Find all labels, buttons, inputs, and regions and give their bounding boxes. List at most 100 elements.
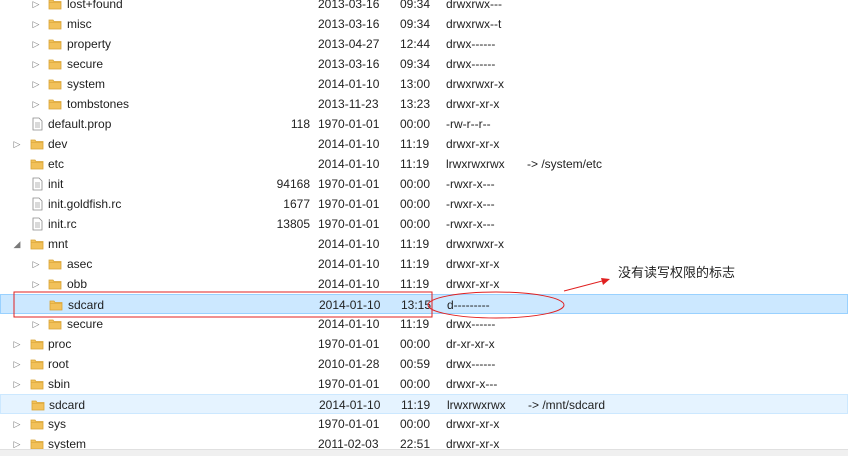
file-permissions: -rwxr-x---: [446, 177, 495, 191]
tree-row[interactable]: etc 2014-01-10 11:19 lrwxrwxrwx -> /system/e…: [0, 154, 848, 174]
file-permissions: drwxr-xr-x: [446, 277, 500, 291]
file-permissions: drwxr-xr-x: [446, 417, 500, 431]
folder-icon: [48, 317, 62, 331]
file-permissions: drwx------: [446, 37, 496, 51]
folder-icon: [30, 157, 44, 171]
expand-arrow-icon[interactable]: ▷: [31, 254, 41, 274]
tree-row[interactable]: ▷ property 2013-04-27 12:44 drwx------: [0, 34, 848, 54]
file-name: mnt: [48, 237, 69, 251]
folder-icon: [48, 57, 62, 71]
tree-row[interactable]: sdcard 2014-01-10 13:15 d---------: [0, 294, 848, 314]
file-date: 2013-03-16: [318, 17, 380, 31]
file-permissions: drwxr-xr-x: [446, 97, 500, 111]
tree-row[interactable]: init.goldfish.rc 1677 1970-01-01 00:00 -rwxr…: [0, 194, 848, 214]
tree-row[interactable]: init.rc 13805 1970-01-01 00:00 -rwxr-x---: [0, 214, 848, 234]
file-name: secure: [67, 57, 104, 71]
tree-row[interactable]: ▷ dev 2014-01-10 11:19 drwxr-xr-x: [0, 134, 848, 154]
folder-icon: [48, 37, 62, 51]
folder-icon: [30, 417, 44, 431]
file-time: 11:19: [400, 257, 430, 271]
file-size: [240, 314, 310, 334]
file-permissions: drwxrwx--t: [446, 17, 502, 31]
expand-arrow-icon[interactable]: ▷: [12, 354, 22, 374]
tree-row[interactable]: ◢ mnt 2014-01-10 11:19 drwxrwxr-x: [0, 234, 848, 254]
file-name: misc: [67, 17, 92, 31]
file-name: init: [48, 177, 64, 191]
file-time: 09:34: [400, 0, 431, 11]
file-time: 13:00: [400, 77, 431, 91]
folder-icon: [48, 97, 62, 111]
file-size: [240, 374, 310, 394]
file-permissions: -rwxr-x---: [446, 197, 495, 211]
file-size: [240, 74, 310, 94]
file-time: 12:44: [400, 37, 431, 51]
file-icon: [30, 117, 44, 131]
tree-row[interactable]: ▷ tombstones 2013-11-23 13:23 drwxr-xr-x: [0, 94, 848, 114]
file-size: 13805: [276, 217, 310, 231]
tree-row[interactable]: ▷ secure 2014-01-10 11:19 drwx------: [0, 314, 848, 334]
tree-row[interactable]: ▷ lost+found 2013-03-16 09:34 drwxrwx---: [0, 0, 848, 14]
file-permissions: -rwxr-x---: [446, 217, 495, 231]
file-name: init.goldfish.rc: [48, 197, 122, 211]
file-size: 118: [290, 117, 310, 131]
file-permissions: drwxrwxr-x: [446, 77, 504, 91]
file-size: [240, 234, 310, 254]
horizontal-scrollbar[interactable]: [0, 449, 848, 456]
expand-arrow-icon[interactable]: ▷: [12, 334, 22, 354]
expand-arrow-icon[interactable]: ▷: [31, 54, 41, 74]
file-size: [240, 254, 310, 274]
tree-row[interactable]: ▷ system 2014-01-10 13:00 drwxrwxr-x: [0, 74, 848, 94]
tree-row[interactable]: sdcard 2014-01-10 11:19 lrwxrwxrwx -> /mnt/s…: [0, 394, 848, 414]
expand-arrow-icon[interactable]: ▷: [12, 374, 22, 394]
expand-arrow-icon[interactable]: ▷: [31, 74, 41, 94]
file-size: [241, 295, 311, 315]
file-size: [240, 134, 310, 154]
tree-row[interactable]: init 94168 1970-01-01 00:00 -rwxr-x---: [0, 174, 848, 194]
file-size: 94168: [276, 177, 310, 191]
file-time: 09:34: [400, 17, 431, 31]
expand-arrow-icon[interactable]: ▷: [31, 94, 41, 114]
tree-row[interactable]: default.prop 118 1970-01-01 00:00 -rw-r--r--: [0, 114, 848, 134]
folder-icon: [30, 137, 44, 151]
file-size: [240, 334, 310, 354]
file-time: 00:00: [400, 117, 431, 131]
tree-row[interactable]: ▷ sys 1970-01-01 00:00 drwxr-xr-x: [0, 414, 848, 434]
file-size: [240, 34, 310, 54]
expand-arrow-icon[interactable]: ▷: [31, 34, 41, 54]
file-date: 1970-01-01: [318, 217, 380, 231]
folder-icon: [48, 277, 62, 291]
folder-icon: [30, 337, 44, 351]
tree-row[interactable]: ▷ misc 2013-03-16 09:34 drwxrwx--t: [0, 14, 848, 34]
file-time: 00:00: [400, 197, 431, 211]
expand-arrow-icon[interactable]: ▷: [31, 0, 41, 14]
folder-icon: [30, 357, 44, 371]
file-date: 2014-01-10: [319, 298, 381, 312]
file-time: 00:59: [400, 357, 431, 371]
file-date: 1970-01-01: [318, 197, 380, 211]
file-date: 1970-01-01: [318, 177, 380, 191]
tree-row[interactable]: ▷ secure 2013-03-16 09:34 drwx------: [0, 54, 848, 74]
folder-icon: [48, 17, 62, 31]
expanded-arrow-icon[interactable]: ◢: [12, 234, 22, 254]
folder-icon: [48, 77, 62, 91]
expand-arrow-icon[interactable]: ▷: [31, 314, 41, 334]
file-date: 2010-01-28: [318, 357, 380, 371]
file-size: 1677: [283, 197, 310, 211]
file-time: 00:00: [400, 377, 431, 391]
file-permissions: drwxr-xr-x: [446, 257, 500, 271]
expand-arrow-icon[interactable]: ▷: [31, 274, 41, 294]
expand-arrow-icon[interactable]: ▷: [12, 134, 22, 154]
expand-arrow-icon[interactable]: ▷: [12, 414, 22, 434]
expand-arrow-icon[interactable]: ▷: [31, 14, 41, 34]
file-date: 2013-11-23: [318, 97, 379, 111]
file-date: 2013-03-16: [318, 0, 380, 11]
file-name: sbin: [48, 377, 71, 391]
file-icon: [30, 177, 44, 191]
file-time: 11:19: [400, 157, 430, 171]
tree-row[interactable]: ▷ root 2010-01-28 00:59 drwx------: [0, 354, 848, 374]
file-time: 00:00: [400, 417, 431, 431]
tree-row[interactable]: ▷ sbin 1970-01-01 00:00 drwxr-x---: [0, 374, 848, 394]
file-name: dev: [48, 137, 68, 151]
file-time: 00:00: [400, 337, 431, 351]
tree-row[interactable]: ▷ proc 1970-01-01 00:00 dr-xr-xr-x: [0, 334, 848, 354]
